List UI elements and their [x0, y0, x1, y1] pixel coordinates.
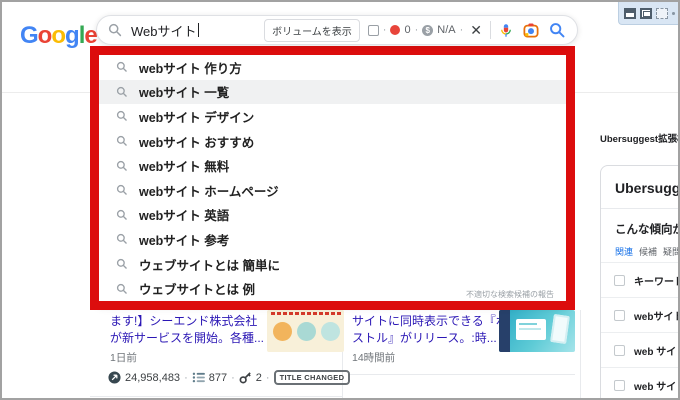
google-lens-camera-icon[interactable] [523, 22, 539, 38]
search-box[interactable]: Webサイト ボリュームを表示 · 0 · $ N/A · ✕ [96, 15, 578, 45]
keyword-tabs: 関連 候補 疑問 関 [615, 245, 678, 258]
show-volume-button[interactable]: ボリュームを表示 [264, 18, 360, 42]
separator-dot: · [459, 24, 464, 36]
logo-letter: o [37, 22, 53, 49]
separator-dot: · [382, 24, 387, 36]
trend-heading: こんな傾向が [615, 224, 680, 236]
cpc-badge-icon: $ [422, 24, 434, 36]
google-logo[interactable]: Google [20, 22, 98, 50]
tab-questions[interactable]: 疑問 [663, 245, 678, 258]
separator-dot: · [231, 371, 235, 384]
metrics-checkbox[interactable] [367, 24, 379, 36]
thumbnail-circle [297, 322, 316, 341]
logo-letter: o [51, 22, 66, 49]
backlinks-value: 877 [208, 371, 228, 384]
thumbnail-card [516, 319, 546, 340]
news-title-line: ます!】シーエンド株式会社 [110, 314, 258, 328]
ubersuggest-extension-label: Ubersuggest拡張機能 [600, 134, 678, 145]
row-divider [90, 396, 342, 397]
key-icon [239, 372, 251, 384]
keyword-label: web サイト [634, 381, 678, 393]
title-changed-badge: TITLE CHANGED [273, 370, 351, 385]
seo-extension-metrics: · 0 · $ N/A · ✕ [367, 22, 482, 39]
search-submit-icon[interactable] [549, 22, 565, 38]
region-capture-icon[interactable] [656, 7, 669, 19]
voice-search-icon[interactable] [499, 23, 513, 38]
news-title-line: が新サービスを開始。各種... [110, 331, 265, 345]
keyword-label: webサイト [634, 311, 680, 323]
google-search-page: Google Webサイト ボリュームを表示 · 0 · $ N/A · ✕ w… [0, 0, 680, 400]
keywords-value: 2 [255, 371, 262, 384]
keyword-checkbox[interactable] [614, 344, 625, 356]
keyword-row: webサイト [601, 297, 680, 332]
panel-divider [601, 208, 678, 209]
cpc-value: N/A [437, 24, 456, 36]
backlinks-list-icon [192, 372, 205, 383]
screenshot-toolbar [618, 2, 678, 25]
keyword-row: web サイト [601, 367, 678, 398]
separator-dot: · [265, 371, 270, 384]
volume-count: 0 [404, 24, 411, 36]
thumbnail-band [499, 310, 510, 352]
logo-letter: g [65, 22, 80, 49]
keyword-header-row: キーワード [601, 262, 680, 297]
traffic-value: 24,958,483 [125, 371, 181, 384]
news-timestamp: 1日前 [110, 352, 137, 364]
search-icon [108, 23, 122, 37]
panel-title: Ubersuggest [615, 180, 680, 196]
keyword-checkbox[interactable] [614, 379, 625, 391]
thumbnail-circle [321, 322, 340, 341]
keyword-label: キーワード [634, 276, 680, 288]
traffic-icon [108, 371, 121, 384]
row-divider [350, 374, 575, 375]
difficulty-dot-icon [390, 25, 401, 35]
window-capture-icon[interactable] [624, 7, 637, 19]
logo-letter: G [20, 22, 39, 49]
separator-dot: · [184, 371, 188, 384]
column-divider [580, 310, 581, 398]
keyword-row: web サイト [601, 332, 678, 367]
thumbnail-circle [273, 322, 292, 341]
red-annotation-box [90, 46, 575, 310]
seo-stats-row: 24,958,483 · 877 · 2 · TITLE CHANGED [108, 370, 351, 385]
news-thumbnail[interactable] [267, 310, 344, 352]
news-thumbnail[interactable] [499, 310, 575, 352]
news-timestamp: 14時間前 [352, 352, 396, 364]
search-input[interactable]: Webサイト [131, 21, 197, 40]
tab-related[interactable]: 関連 [615, 245, 633, 258]
ubersuggest-panel: Ubersuggest こんな傾向が 関連 候補 疑問 関 キーワード webサ… [600, 165, 680, 398]
vertical-divider [490, 21, 491, 39]
restore-window-capture-icon[interactable] [640, 7, 653, 19]
text-caret [197, 23, 199, 37]
keyword-checkbox[interactable] [614, 274, 625, 286]
keyword-label: web サイト [634, 346, 678, 358]
tab-suggestions[interactable]: 候補 [639, 245, 657, 258]
thumbnail-phone [550, 314, 570, 344]
news-result-link[interactable]: ます!】シーエンド株式会社 が新サービスを開始。各種... [110, 313, 285, 347]
separator-dot: · [414, 24, 419, 36]
keyword-checkbox[interactable] [614, 309, 625, 321]
close-icon[interactable]: ✕ [470, 22, 482, 39]
thumbnail-text-decoration [271, 312, 342, 315]
toolbar-dot-icon [672, 11, 675, 15]
